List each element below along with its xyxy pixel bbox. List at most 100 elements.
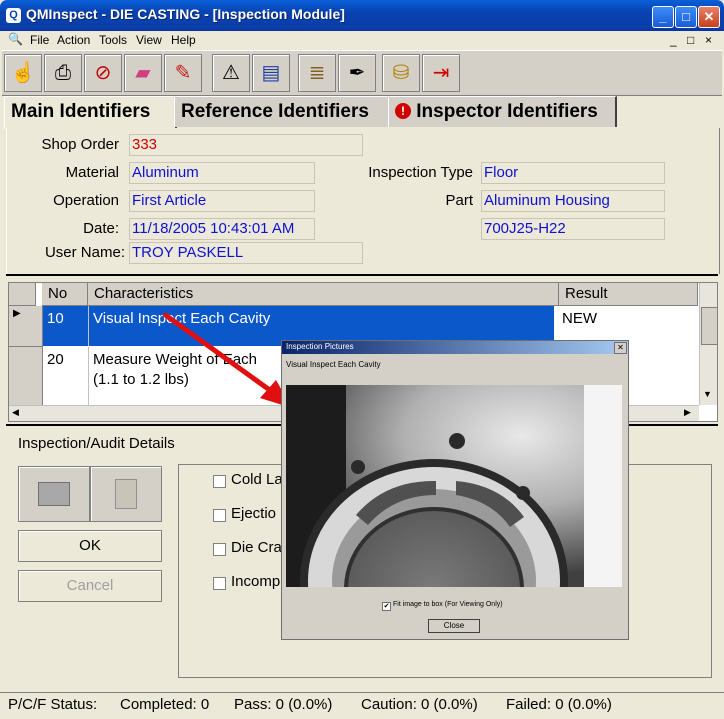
warning-icon: !	[395, 103, 411, 119]
status-bar: P/C/F Status: Completed: 0 Pass: 0 (0.0%…	[0, 692, 724, 719]
window-title: QMInspect - DIE CASTING - [Inspection Mo…	[26, 6, 345, 22]
camera-button[interactable]	[18, 466, 90, 522]
casting-photo-image	[286, 385, 622, 703]
app-window: Q QMInspect - DIE CASTING - [Inspection …	[0, 0, 724, 719]
row-selector[interactable]	[9, 347, 43, 405]
cell-divider	[88, 347, 89, 405]
vertical-scrollbar[interactable]: ▼	[699, 283, 718, 405]
column-header-no[interactable]: No	[42, 283, 88, 306]
dialog-close-icon[interactable]: ✕	[614, 342, 627, 354]
defect-checkbox[interactable]	[213, 543, 226, 556]
scroll-icon[interactable]: ≣	[298, 54, 336, 92]
details-title: Inspection/Audit Details	[18, 435, 175, 452]
exit-icon[interactable]: ⇥	[422, 54, 460, 92]
status-completed: Completed: 0	[120, 696, 210, 713]
tab-inspector-identifiers[interactable]: ! Inspector Identifiers	[388, 96, 617, 127]
child-close-button[interactable]: ×	[705, 33, 712, 47]
part-label: Part	[445, 192, 473, 209]
no-entry-icon[interactable]: ⊘	[84, 54, 122, 92]
scroll-down-icon[interactable]: ▼	[703, 389, 712, 399]
inspection-pictures-dialog: Inspection Pictures ✕ Visual Inspect Eac…	[281, 340, 629, 703]
dialog-caption: Visual Inspect Each Cavity	[286, 360, 381, 369]
material-field[interactable]: Aluminum	[129, 162, 315, 184]
column-header-result[interactable]: Result	[559, 283, 698, 306]
part-field[interactable]: Aluminum Housing	[481, 190, 665, 212]
menu-bar: 🔍 File Action Tools View Help _ □ ×	[0, 31, 724, 49]
paint-icon[interactable]: ✎	[164, 54, 202, 92]
date-label: Date:	[83, 220, 119, 237]
search-icon: 🔍	[8, 32, 23, 46]
operation-label: Operation	[53, 192, 119, 209]
maximize-button[interactable]: □	[675, 6, 697, 28]
dialog-title: Inspection Pictures	[286, 342, 354, 351]
tab-inspector-label: Inspector Identifiers	[416, 101, 598, 122]
tab-reference-identifiers[interactable]: Reference Identifiers	[174, 96, 391, 127]
defect-checkbox[interactable]	[213, 509, 226, 522]
child-minimize-button[interactable]: _	[670, 33, 677, 47]
toolbar: ☝ ⎙ ⊘ ▰ ✎ ⚠ ▤ ≣ ✒ ⛁ ⇥	[2, 50, 722, 96]
signature-icon[interactable]: ✒	[338, 54, 376, 92]
status-failed: Failed: 0 (0.0%)	[506, 696, 612, 713]
cell-divider	[88, 306, 89, 346]
compass-icon[interactable]: ⚠	[212, 54, 250, 92]
defect-checkbox[interactable]	[213, 577, 226, 590]
menu-help[interactable]: Help	[171, 33, 196, 47]
ok-button[interactable]: OK	[18, 530, 162, 562]
scroll-left-icon[interactable]: ◀	[12, 407, 19, 418]
defect-checkbox[interactable]	[213, 475, 226, 488]
defect-label: Cold La	[231, 471, 283, 488]
scroll-thumb[interactable]	[701, 307, 718, 345]
row-pointer-icon: ▶	[13, 308, 21, 319]
cancel-button[interactable]: Cancel	[18, 570, 162, 602]
printer-icon[interactable]: ⎙	[44, 54, 82, 92]
row-no: 10	[47, 310, 64, 327]
note-icon	[115, 479, 137, 509]
dialog-title-bar[interactable]: Inspection Pictures ✕	[282, 341, 628, 354]
coins-icon[interactable]: ⛁	[382, 54, 420, 92]
book-icon[interactable]: ▤	[252, 54, 290, 92]
menu-tools[interactable]: Tools	[99, 33, 127, 47]
material-label: Material	[65, 164, 119, 181]
status-caution: Caution: 0 (0.0%)	[361, 696, 478, 713]
defect-label: Ejectio	[231, 505, 277, 522]
picture-icon	[38, 482, 70, 506]
fit-image-checkbox[interactable]: ✔	[382, 602, 391, 611]
scroll-right-icon[interactable]: ▶	[684, 407, 691, 418]
row-result: NEW	[562, 310, 597, 327]
inspection-photo	[286, 385, 622, 703]
user-name-label: User Name:	[44, 244, 125, 261]
menu-action[interactable]: Action	[57, 33, 90, 47]
status-pass: Pass: 0 (0.0%)	[234, 696, 333, 713]
eraser-icon[interactable]: ▰	[124, 54, 162, 92]
red-arrow-icon	[162, 311, 292, 408]
defect-label: Incomp	[231, 573, 281, 590]
menu-view[interactable]: View	[136, 33, 162, 47]
minimize-button[interactable]: _	[652, 6, 674, 28]
close-button[interactable]: ✕	[698, 6, 720, 28]
dialog-close-button[interactable]: Close	[428, 619, 480, 633]
divider	[6, 274, 718, 276]
user-name-field[interactable]: TROY PASKELL	[129, 242, 363, 264]
title-bar[interactable]: Q QMInspect - DIE CASTING - [Inspection …	[0, 0, 724, 31]
notes-button[interactable]	[90, 466, 162, 522]
inspection-type-label: Inspection Type	[368, 164, 473, 181]
shop-order-label: Shop Order	[41, 136, 119, 153]
identifiers-panel: Shop Order 333 Material Aluminum Operati…	[6, 128, 720, 274]
row-header-corner	[9, 283, 36, 306]
operation-field[interactable]: First Article	[129, 190, 315, 212]
inspection-type-field[interactable]: Floor	[481, 162, 665, 184]
tab-strip: Main Identifiers Reference Identifiers !…	[4, 96, 720, 129]
hand-icon[interactable]: ☝	[4, 54, 42, 92]
tab-main-identifiers[interactable]: Main Identifiers	[4, 96, 177, 129]
defect-label: Die Cra	[231, 539, 282, 556]
child-restore-button[interactable]: □	[687, 33, 694, 47]
menu-file[interactable]: File	[30, 33, 49, 47]
app-icon: Q	[6, 8, 21, 23]
part-number-field[interactable]: 700J25-H22	[481, 218, 665, 240]
date-field[interactable]: 11/18/2005 10:43:01 AM	[129, 218, 315, 240]
row-no: 20	[47, 351, 64, 368]
shop-order-field[interactable]: 333	[129, 134, 363, 156]
fit-image-label: Fit image to box (For Viewing Only)	[393, 601, 503, 608]
row-selector[interactable]: ▶	[9, 306, 43, 347]
status-label: P/C/F Status:	[8, 696, 98, 713]
